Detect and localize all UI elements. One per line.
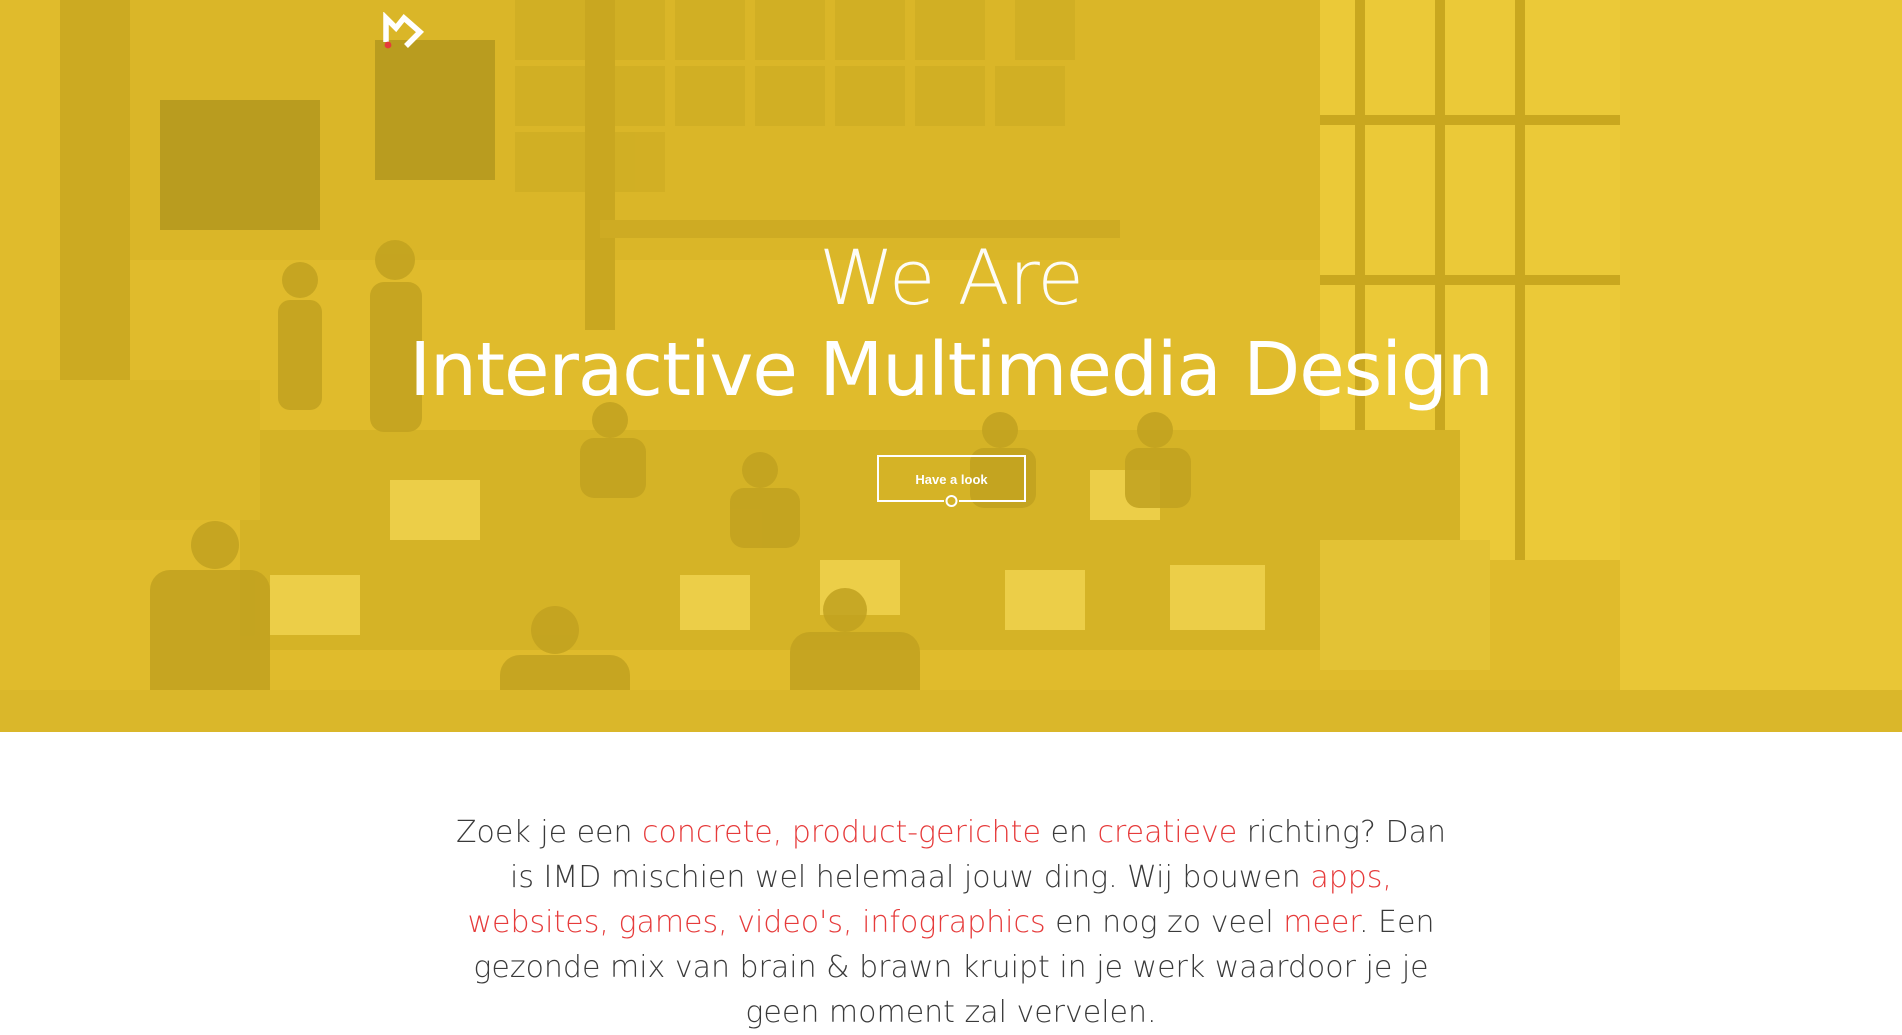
hero-section: We Are Interactive Multimedia Design Hav… <box>0 0 1902 732</box>
imd-logo-icon[interactable] <box>382 12 428 50</box>
intro-text: Zoek je een <box>455 815 643 850</box>
intro-highlight-meer: meer <box>1283 905 1359 940</box>
intro-highlight-creatieve: creatieve <box>1097 815 1238 850</box>
hero-heading: We Are Interactive Multimedia Design <box>0 230 1902 418</box>
intro-highlight-concrete: concrete, product-gerichte <box>642 815 1041 850</box>
hero-kicker: We Are <box>819 233 1084 322</box>
have-a-look-button[interactable]: Have a look <box>877 455 1026 502</box>
circle-indicator-icon <box>877 495 1026 507</box>
intro-text: en <box>1040 815 1098 850</box>
hero-title: Interactive Multimedia Design <box>409 327 1494 413</box>
intro-text: en nog zo veel <box>1045 905 1284 940</box>
intro-paragraph: Zoek je een concrete, product-gerichte e… <box>440 810 1462 1035</box>
